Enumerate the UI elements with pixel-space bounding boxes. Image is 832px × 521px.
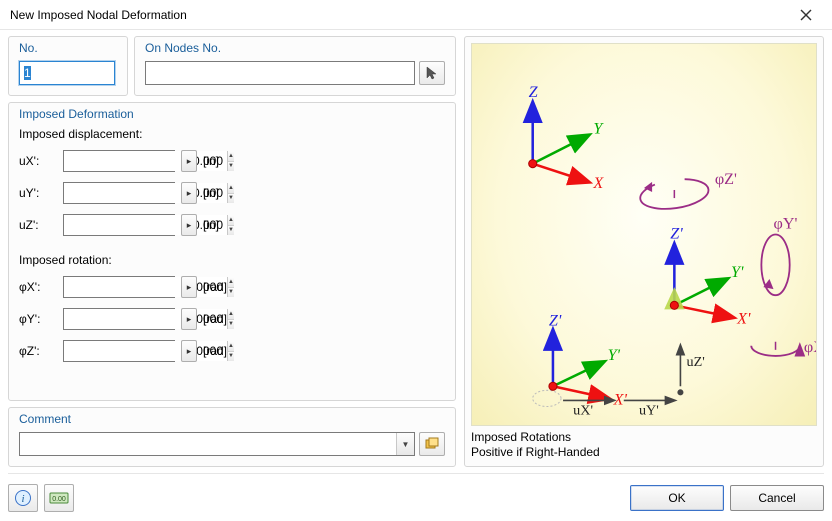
svg-text:0.00: 0.00 xyxy=(52,496,66,503)
close-button[interactable] xyxy=(786,1,826,29)
svg-text:X': X' xyxy=(736,311,751,328)
svg-text:uY': uY' xyxy=(639,403,659,419)
svg-text:φZ': φZ' xyxy=(715,171,737,188)
ok-button[interactable]: OK xyxy=(630,485,724,511)
no-group: No. xyxy=(8,36,128,96)
svg-text:φY': φY' xyxy=(774,215,798,232)
svg-text:uZ': uZ' xyxy=(686,354,704,370)
help-icon: i xyxy=(14,489,32,507)
phix-spinner[interactable]: ▲▼ xyxy=(63,276,175,298)
library-icon xyxy=(424,436,440,452)
uz-spinner[interactable]: ▲▼ xyxy=(63,214,175,236)
phiz-step-button[interactable]: ▸ xyxy=(181,340,197,362)
phix-label: φX': xyxy=(19,280,57,294)
imposed-deformation-group: Imposed Deformation Imposed displacement… xyxy=(8,102,456,401)
svg-text:X: X xyxy=(592,175,604,192)
uy-spinner[interactable]: ▲▼ xyxy=(63,182,175,204)
ux-label: uX': xyxy=(19,154,57,168)
phix-step-button[interactable]: ▸ xyxy=(181,276,197,298)
caption-line2: Positive if Right-Handed xyxy=(471,445,600,459)
units-button[interactable]: 0.00 xyxy=(44,484,74,512)
close-icon xyxy=(800,9,812,21)
uz-unit: [in] xyxy=(203,218,243,232)
svg-text:Y': Y' xyxy=(731,264,744,281)
phix-unit: [rad] xyxy=(203,280,243,294)
no-legend: No. xyxy=(19,41,117,55)
svg-text:Y: Y xyxy=(593,120,604,137)
phiy-row: φY': ▲▼ ▸ [rad] xyxy=(19,305,445,333)
pick-nodes-button[interactable] xyxy=(419,61,445,85)
units-icon: 0.00 xyxy=(49,490,69,506)
comment-library-button[interactable] xyxy=(419,432,445,456)
phiz-row: φZ': ▲▼ ▸ [rad] xyxy=(19,337,445,365)
phiy-label: φY': xyxy=(19,312,57,326)
uy-step-button[interactable]: ▸ xyxy=(181,182,197,204)
preview-panel: Z Y X φZ' xyxy=(464,36,824,467)
ux-step-button[interactable]: ▸ xyxy=(181,150,197,172)
phiz-unit: [rad] xyxy=(203,344,243,358)
help-button[interactable]: i xyxy=(8,484,38,512)
uy-row: uY': ▲▼ ▸ [in] xyxy=(19,179,445,207)
chevron-down-icon[interactable]: ▼ xyxy=(396,433,414,455)
window-title: New Imposed Nodal Deformation xyxy=(10,8,786,22)
displacement-section-label: Imposed displacement: xyxy=(19,127,445,141)
svg-text:uX': uX' xyxy=(573,403,593,419)
preview-canvas: Z Y X φZ' xyxy=(471,43,817,426)
ux-spinner[interactable]: ▲▼ xyxy=(63,150,175,172)
pick-cursor-icon xyxy=(424,65,440,81)
ux-unit: [in] xyxy=(203,154,243,168)
phiy-step-button[interactable]: ▸ xyxy=(181,308,197,330)
no-input[interactable] xyxy=(19,61,115,85)
ux-row: uX': ▲▼ ▸ [in] xyxy=(19,147,445,175)
on-nodes-legend: On Nodes No. xyxy=(145,41,445,55)
uz-row: uZ': ▲▼ ▸ [in] xyxy=(19,211,445,239)
svg-text:Z': Z' xyxy=(549,313,562,330)
comment-group: Comment ▼ xyxy=(8,407,456,467)
on-nodes-group: On Nodes No. xyxy=(134,36,456,96)
title-bar: New Imposed Nodal Deformation xyxy=(0,0,832,30)
uy-unit: [in] xyxy=(203,186,243,200)
phiz-spinner[interactable]: ▲▼ xyxy=(63,340,175,362)
uz-step-button[interactable]: ▸ xyxy=(181,214,197,236)
axes-diagram-icon: Z Y X φZ' xyxy=(472,44,816,425)
cancel-button[interactable]: Cancel xyxy=(730,485,824,511)
phiy-spinner[interactable]: ▲▼ xyxy=(63,308,175,330)
phiz-label: φZ': xyxy=(19,344,57,358)
phix-row: φX': ▲▼ ▸ [rad] xyxy=(19,273,445,301)
rotation-section-label: Imposed rotation: xyxy=(19,253,445,267)
svg-text:Y': Y' xyxy=(608,347,621,364)
caption-line1: Imposed Rotations xyxy=(471,430,571,444)
comment-combo[interactable]: ▼ xyxy=(19,432,415,456)
preview-caption: Imposed Rotations Positive if Right-Hand… xyxy=(471,430,817,460)
svg-text:Z: Z xyxy=(529,84,539,101)
footer: i 0.00 OK Cancel xyxy=(8,473,824,513)
svg-text:i: i xyxy=(21,493,24,505)
on-nodes-input[interactable] xyxy=(145,61,415,85)
svg-text:Z': Z' xyxy=(670,226,683,243)
uy-label: uY': xyxy=(19,186,57,200)
phiy-unit: [rad] xyxy=(203,312,243,326)
svg-text:φX': φX' xyxy=(804,339,816,356)
uz-label: uZ': xyxy=(19,218,57,232)
imposed-deformation-legend: Imposed Deformation xyxy=(19,107,445,121)
comment-input[interactable] xyxy=(20,433,396,455)
comment-legend: Comment xyxy=(19,412,445,426)
